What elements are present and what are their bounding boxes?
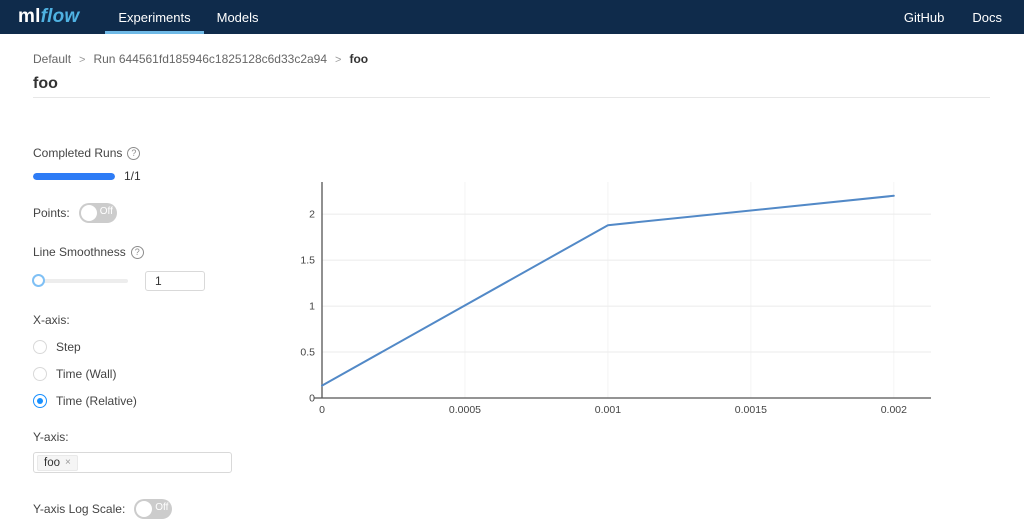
logo-flow-text: flow (40, 6, 80, 27)
line-smoothness-input[interactable] (145, 271, 205, 291)
completed-runs-progress-fill (33, 172, 115, 180)
remove-tag-icon[interactable]: × (65, 457, 71, 468)
breadcrumb-separator-icon: > (335, 54, 342, 66)
logo-ml-text: ml (18, 6, 41, 27)
breadcrumb-run[interactable]: Run 644561fd185946c1825128c6d33c2a94 (93, 52, 327, 66)
svg-text:2: 2 (309, 209, 315, 221)
y-axis-metric-select[interactable]: foo × (33, 452, 232, 473)
svg-text:0: 0 (309, 393, 315, 405)
x-axis-option-label: Time (Wall) (56, 367, 117, 381)
metric-chart[interactable]: 0 0.0005 0.001 0.0015 0.002 0 0.5 1 1.5 2 (290, 178, 950, 418)
github-link[interactable]: GitHub (904, 10, 944, 25)
title-divider (33, 97, 990, 98)
line-smoothness-label: Line Smoothness (33, 245, 126, 259)
y-log-toggle-state: Off (155, 502, 169, 513)
nav-tabs: Experiments Models (105, 0, 271, 34)
breadcrumb: Default > Run 644561fd185946c1825128c6d33c… (33, 52, 368, 66)
mlflow-logo[interactable]: mlflow (18, 6, 79, 28)
nav-links: GitHub Docs (904, 0, 1002, 34)
chart-controls-panel: Completed Runs ? 1/1 Points: Off Line Sm… (32, 146, 238, 519)
x-axis-option-time-relative[interactable]: Time (Relative) (33, 394, 238, 408)
svg-text:0.0015: 0.0015 (735, 404, 767, 416)
y-axis-tag-label: foo (44, 456, 60, 469)
completed-runs-row: Completed Runs ? (33, 146, 238, 160)
y-log-label: Y-axis Log Scale: (33, 502, 126, 516)
x-axis-label: X-axis: (33, 313, 70, 327)
x-axis-option-time-wall[interactable]: Time (Wall) (33, 367, 238, 381)
help-icon[interactable]: ? (130, 245, 144, 259)
slider-handle[interactable] (32, 274, 45, 287)
svg-text:1.5: 1.5 (300, 255, 315, 267)
svg-text:0.5: 0.5 (300, 347, 315, 359)
points-row: Points: Off (33, 203, 238, 223)
tab-experiments[interactable]: Experiments (105, 0, 204, 34)
help-icon[interactable]: ? (127, 146, 141, 160)
line-smoothness-slider[interactable] (32, 274, 128, 287)
line-smoothness-slider-row (32, 271, 238, 291)
docs-link[interactable]: Docs (972, 10, 1002, 25)
x-axis-option-label: Time (Relative) (56, 394, 137, 408)
x-axis-option-label: Step (56, 340, 81, 354)
breadcrumb-separator-icon: > (79, 54, 86, 66)
radio-checked-icon[interactable] (33, 394, 47, 408)
points-toggle-state: Off (99, 206, 113, 217)
svg-text:0: 0 (319, 404, 325, 416)
completed-runs-progress-row: 1/1 (33, 169, 238, 183)
completed-runs-label: Completed Runs (33, 146, 123, 160)
top-navbar: mlflow Experiments Models GitHub Docs (0, 0, 1024, 34)
mlflow-app: mlflow Experiments Models GitHub Docs De… (0, 0, 1024, 525)
svg-text:1: 1 (309, 301, 315, 313)
radio-icon[interactable] (33, 367, 47, 381)
line-smoothness-row: Line Smoothness ? (33, 245, 238, 259)
metric-chart-svg[interactable]: 0 0.0005 0.001 0.0015 0.002 0 0.5 1 1.5 2 (290, 178, 950, 418)
points-label: Points: (33, 206, 70, 220)
y-axis-tag: foo × (37, 454, 78, 471)
y-log-row: Y-axis Log Scale: Off (33, 499, 238, 519)
points-toggle[interactable]: Off (78, 203, 117, 223)
radio-icon[interactable] (33, 340, 47, 354)
svg-text:0.001: 0.001 (595, 404, 621, 416)
completed-runs-progress (33, 172, 115, 180)
svg-text:0.0005: 0.0005 (449, 404, 481, 416)
completed-runs-count: 1/1 (124, 169, 141, 183)
toggle-knob (80, 205, 97, 221)
breadcrumb-experiment[interactable]: Default (33, 52, 71, 66)
tab-models[interactable]: Models (204, 0, 272, 34)
y-axis-label: Y-axis: (33, 430, 69, 444)
page-title: foo (33, 75, 58, 92)
x-axis-option-step[interactable]: Step (33, 340, 238, 354)
toggle-knob (136, 501, 153, 517)
breadcrumb-current-metric: foo (349, 52, 369, 66)
y-log-toggle[interactable]: Off (134, 499, 173, 519)
svg-text:0.002: 0.002 (881, 404, 907, 416)
